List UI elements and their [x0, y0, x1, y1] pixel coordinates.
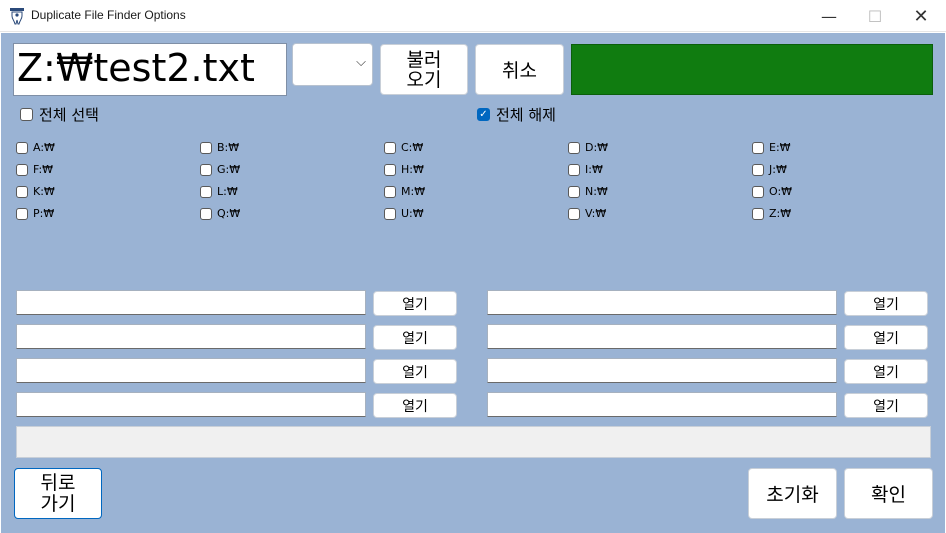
drive-label: H:₩	[401, 163, 424, 176]
drive-checkbox[interactable]: P:₩	[16, 207, 54, 220]
drive-checkbox[interactable]: L:₩	[200, 185, 238, 198]
path-input[interactable]: Z:₩test2.txt	[13, 43, 287, 96]
drive-label: K:₩	[33, 185, 55, 198]
open-button[interactable]: 열기	[844, 291, 928, 316]
folder-path-field[interactable]	[487, 358, 837, 383]
drive-checkbox[interactable]: N:₩	[568, 185, 608, 198]
drive-label: G:₩	[217, 163, 241, 176]
drive-label: P:₩	[33, 207, 55, 220]
open-button[interactable]: 열기	[844, 393, 928, 418]
drive-label: A:₩	[33, 141, 55, 154]
deselect-all-label: 전체 해제	[496, 106, 556, 124]
drive-label: Q:₩	[217, 207, 241, 220]
drive-checkbox[interactable]: K:₩	[16, 185, 55, 198]
drive-label: F:₩	[33, 163, 54, 176]
back-button[interactable]: 뒤로 가기	[14, 468, 102, 519]
drive-checkbox[interactable]: C:₩	[384, 141, 423, 154]
select-all-checkbox[interactable]: 전체 선택	[20, 104, 99, 125]
close-button[interactable]: ✕	[898, 0, 944, 32]
app-tooth-icon	[10, 8, 24, 25]
drive-label: B:₩	[217, 141, 240, 154]
folder-path-field[interactable]	[487, 392, 837, 417]
select-all-label: 전체 선택	[39, 106, 99, 124]
window-title: Duplicate File Finder Options	[31, 8, 186, 22]
folder-path-field[interactable]	[487, 290, 837, 315]
drive-checkbox[interactable]: Q:₩	[200, 207, 240, 220]
drive-checkbox[interactable]: B:₩	[200, 141, 239, 154]
cancel-button[interactable]: 취소	[475, 44, 564, 95]
drive-label: I:₩	[585, 163, 603, 176]
drive-label: Z:₩	[769, 207, 792, 220]
open-button[interactable]: 열기	[373, 393, 457, 418]
folder-path-field[interactable]	[16, 392, 366, 417]
folder-path-field[interactable]	[16, 324, 366, 349]
progress-bar	[16, 426, 931, 458]
drive-checkbox[interactable]: Z:₩	[752, 207, 791, 220]
open-button[interactable]: 열기	[844, 325, 928, 350]
drive-checkbox[interactable]: D:₩	[568, 141, 608, 154]
open-button[interactable]: 열기	[844, 359, 928, 384]
open-button[interactable]: 열기	[373, 359, 457, 384]
drive-label: J:₩	[769, 163, 787, 176]
drive-checkbox[interactable]: G:₩	[200, 163, 240, 176]
client-area: Z:₩test2.txt ⌵ 불러 오기 취소 전체 선택 ✓ 전체 해제 A:…	[1, 33, 945, 533]
drive-label: V:₩	[585, 207, 607, 220]
drive-checkbox[interactable]: F:₩	[16, 163, 53, 176]
folder-path-field[interactable]	[16, 358, 366, 383]
title-bar: Duplicate File Finder Options — ☐ ✕	[0, 0, 946, 32]
drive-checkbox[interactable]: I:₩	[568, 163, 603, 176]
drive-checkbox[interactable]: E:₩	[752, 141, 791, 154]
reset-button[interactable]: 초기화	[748, 468, 837, 519]
drive-checkbox[interactable]: M:₩	[384, 185, 425, 198]
path-combo[interactable]: ⌵	[292, 43, 373, 86]
open-button[interactable]: 열기	[373, 325, 457, 350]
drive-label: L:₩	[217, 185, 238, 198]
deselect-all-checkbox[interactable]: ✓ 전체 해제	[477, 104, 556, 125]
status-panel	[571, 44, 933, 95]
drive-checkbox[interactable]: J:₩	[752, 163, 787, 176]
drive-checkbox[interactable]: H:₩	[384, 163, 424, 176]
drive-label: D:₩	[585, 141, 609, 154]
maximize-button[interactable]: ☐	[852, 0, 898, 32]
drive-label: U:₩	[401, 207, 424, 220]
folder-path-field[interactable]	[16, 290, 366, 315]
drive-label: E:₩	[769, 141, 791, 154]
drive-checkbox[interactable]: U:₩	[384, 207, 424, 220]
drive-checkbox[interactable]: V:₩	[568, 207, 606, 220]
drive-label: M:₩	[401, 185, 426, 198]
folder-path-field[interactable]	[487, 324, 837, 349]
ok-button[interactable]: 확인	[844, 468, 933, 519]
chevron-down-icon: ⌵	[356, 55, 366, 70]
drive-checkbox[interactable]: A:₩	[16, 141, 55, 154]
drive-label: C:₩	[401, 141, 424, 154]
minimize-button[interactable]: —	[806, 0, 852, 32]
open-button[interactable]: 열기	[373, 291, 457, 316]
check-icon: ✓	[477, 108, 490, 121]
drive-checkbox[interactable]: O:₩	[752, 185, 792, 198]
load-button[interactable]: 불러 오기	[380, 44, 468, 95]
drive-label: N:₩	[585, 185, 608, 198]
drive-label: O:₩	[769, 185, 793, 198]
select-all-box	[20, 108, 33, 121]
